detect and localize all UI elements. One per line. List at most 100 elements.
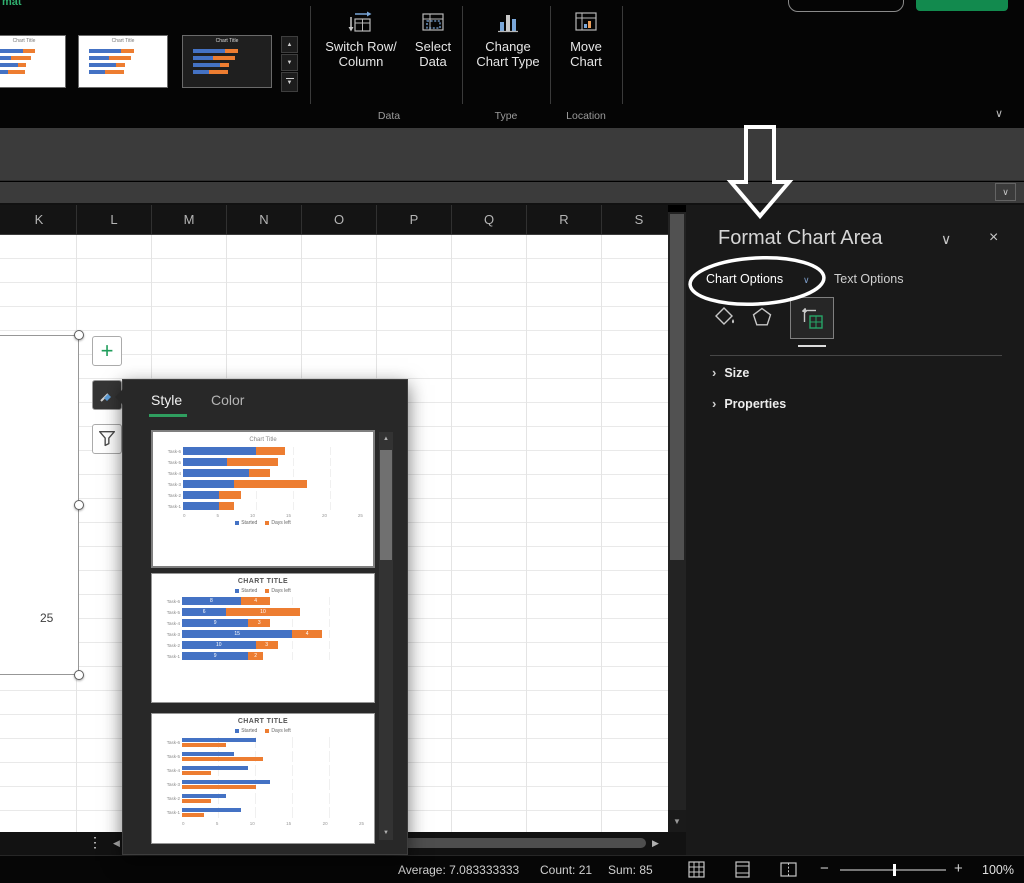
flyout-scrollbar-thumb[interactable] xyxy=(380,450,392,560)
chart-bars xyxy=(183,469,365,477)
select-data-button[interactable]: Select Data xyxy=(406,4,460,69)
chart-style-gallery-thumb[interactable]: Chart Title xyxy=(0,35,66,88)
column-header-s[interactable]: S xyxy=(602,205,668,234)
mini-bar-row xyxy=(89,56,161,60)
days-left-legend-swatch xyxy=(265,521,269,525)
selection-handle[interactable] xyxy=(74,670,84,680)
scroll-left-button[interactable]: ◀ xyxy=(113,838,120,849)
zoom-percentage[interactable]: 100% xyxy=(982,863,1014,877)
status-count[interactable]: Count: 21 xyxy=(540,863,592,877)
column-header-k[interactable]: K xyxy=(2,205,77,234)
selection-handle[interactable] xyxy=(74,500,84,510)
task-label: Task-4 xyxy=(161,471,183,476)
gallery-scroll-down-button[interactable]: ▼ xyxy=(281,54,298,71)
normal-view-button[interactable] xyxy=(688,861,705,881)
effects-tab[interactable] xyxy=(750,305,774,334)
pane-close-button[interactable]: × xyxy=(989,229,998,247)
bar-started xyxy=(193,49,225,53)
tab-text-options[interactable]: Text Options xyxy=(834,272,903,286)
tab-chart-options[interactable]: Chart Options xyxy=(706,272,783,286)
status-sum[interactable]: Sum: 85 xyxy=(608,863,653,877)
bar-days-left xyxy=(249,469,271,477)
column-header-q[interactable]: Q xyxy=(452,205,527,234)
gallery-more-button[interactable]: ▼ xyxy=(281,72,298,92)
ribbon-divider xyxy=(550,6,551,104)
formula-bar[interactable]: ∨ xyxy=(0,182,1024,205)
chevron-down-icon: ∨ xyxy=(941,231,951,247)
column-header-n[interactable]: N xyxy=(227,205,302,234)
chart-style-gallery-thumb[interactable]: Chart Title xyxy=(182,35,272,88)
task-label: Task-6 xyxy=(160,740,182,745)
column-header-m[interactable]: M xyxy=(152,205,227,234)
vertical-scrollbar[interactable]: ▼ xyxy=(668,212,686,832)
zoom-in-button[interactable]: + xyxy=(954,860,963,877)
bar-started xyxy=(183,447,256,455)
bar-started xyxy=(182,808,241,812)
column-header-o[interactable]: O xyxy=(302,205,377,234)
page-break-icon xyxy=(780,861,797,878)
style-card-list: Chart TitleTask-6Task-5Task-4Task-3Task-… xyxy=(151,430,375,844)
stacked-bar xyxy=(183,458,365,466)
bar-days-left: 3 xyxy=(248,619,270,627)
paintbrush-icon xyxy=(97,385,117,405)
chart-bars xyxy=(182,751,366,762)
pane-divider xyxy=(710,355,1002,356)
switch-row-column-button[interactable]: Switch Row/ Column xyxy=(318,4,404,69)
zoom-slider-thumb[interactable] xyxy=(893,864,896,876)
page-break-preview-button[interactable] xyxy=(780,861,797,881)
bar-started: 9 xyxy=(182,619,248,627)
size-section-header[interactable]: › Size xyxy=(712,365,749,380)
chart-style-gallery-thumb[interactable]: Chart Title xyxy=(78,35,168,88)
pane-title: Format Chart Area xyxy=(718,227,883,250)
chart-bars: 93 xyxy=(182,619,366,627)
column-header-p[interactable]: P xyxy=(377,205,452,234)
bar-days-left: 2 xyxy=(248,652,263,660)
sheet-options-kebab[interactable]: ⋮ xyxy=(88,834,102,851)
chart-bars xyxy=(182,737,366,748)
vertical-scrollbar-thumb[interactable] xyxy=(670,214,684,560)
legend-item: Started xyxy=(235,520,257,526)
task-label: Task-6 xyxy=(161,449,183,454)
collapse-ribbon-button[interactable]: ∨ xyxy=(988,103,1010,123)
scroll-down-button[interactable]: ▼ xyxy=(668,810,686,832)
share-button[interactable] xyxy=(916,0,1008,11)
down-triangle-icon: ▼ xyxy=(287,60,293,66)
tab-color[interactable]: Color xyxy=(211,392,244,408)
column-header-r[interactable]: R xyxy=(527,205,602,234)
chart-row: Task-3 xyxy=(160,779,366,790)
selection-handle[interactable] xyxy=(74,330,84,340)
scroll-down-button[interactable]: ▼ xyxy=(379,826,393,840)
chart-row: Task-1 xyxy=(160,807,366,818)
chart-filters-button[interactable] xyxy=(92,424,122,454)
selected-chart-object[interactable]: 25 xyxy=(0,335,79,675)
chart-elements-button[interactable]: + xyxy=(92,336,122,366)
flyout-scrollbar[interactable]: ▲ ▼ xyxy=(379,432,393,840)
chart-options-dropdown-chevron[interactable]: ∨ xyxy=(803,275,810,286)
chart-style-card[interactable]: CHART TITLEStartedDays leftTask-6Task-5T… xyxy=(151,713,375,844)
chart-style-card[interactable]: CHART TITLEStartedDays leftTask-684Task-… xyxy=(151,573,375,703)
size-properties-tab[interactable] xyxy=(790,297,834,339)
flyout-pointer xyxy=(115,389,123,405)
tab-style[interactable]: Style xyxy=(151,392,182,408)
scroll-up-button[interactable]: ▲ xyxy=(379,432,393,446)
fill-line-tab[interactable] xyxy=(712,305,736,334)
comments-button[interactable] xyxy=(788,0,904,12)
chart-style-card[interactable]: Chart TitleTask-6Task-5Task-4Task-3Task-… xyxy=(151,430,375,568)
bar-started xyxy=(183,469,249,477)
status-average[interactable]: Average: 7.083333333 xyxy=(398,863,519,877)
zoom-out-button[interactable]: − xyxy=(820,860,829,877)
properties-section-header[interactable]: › Properties xyxy=(712,396,786,411)
funnel-icon xyxy=(96,428,118,450)
scroll-right-button[interactable]: ▶ xyxy=(652,838,659,849)
change-chart-type-button[interactable]: Change Chart Type xyxy=(470,4,546,69)
page-layout-view-button[interactable] xyxy=(734,861,751,881)
formula-bar-expand-button[interactable]: ∨ xyxy=(995,183,1016,201)
chart-row: Task-4 xyxy=(160,765,366,776)
gallery-scroll-up-button[interactable]: ▲ xyxy=(281,36,298,53)
switch-row-column-icon xyxy=(347,8,375,36)
bar-days-left xyxy=(23,49,35,53)
column-header-l[interactable]: L xyxy=(77,205,152,234)
pane-options-chevron[interactable]: ∨ xyxy=(941,231,951,248)
move-chart-button[interactable]: Move Chart xyxy=(554,4,618,69)
chart-row: Task-3 xyxy=(161,480,365,488)
